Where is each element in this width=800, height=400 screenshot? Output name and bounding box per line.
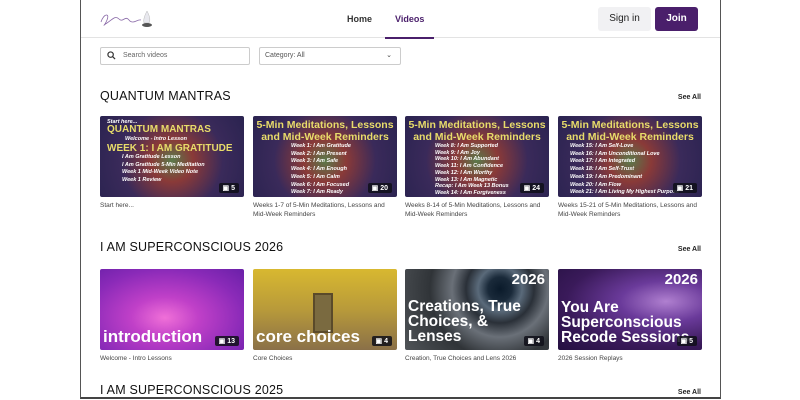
thumb-year: 2026 bbox=[664, 271, 698, 288]
video-count-badge: ▣ 5 bbox=[218, 183, 239, 193]
thumb-text: Week 2: I Am Present bbox=[291, 150, 347, 157]
video-count: 4 bbox=[536, 338, 540, 345]
video-count: 5 bbox=[689, 338, 693, 345]
thumb-year: 2026 bbox=[511, 271, 545, 288]
video-count: 4 bbox=[384, 338, 388, 345]
thumb-text: Welcome - Intro Lesson bbox=[125, 136, 187, 142]
header: Home Videos Sign in Join bbox=[81, 0, 720, 39]
search-placeholder: Search videos bbox=[123, 52, 168, 59]
video-count: 21 bbox=[685, 185, 693, 192]
section-title: QUANTUM MANTRAS bbox=[100, 89, 231, 103]
see-all-link[interactable]: See All bbox=[678, 94, 701, 101]
thumb-title: Creations, True Choices, & Lenses bbox=[408, 298, 521, 345]
section-title: I AM SUPERCONSCIOUS 2025 bbox=[100, 383, 284, 397]
thumb-title: QUANTUM MANTRAS bbox=[107, 124, 211, 135]
lock-icon: ▣ bbox=[676, 185, 684, 192]
video-count: 20 bbox=[380, 185, 388, 192]
video-count-badge: ▣ 4 bbox=[523, 336, 544, 346]
thumbnail[interactable]: 2026 You Are Superconscious Recode Sessi… bbox=[558, 269, 702, 350]
sign-in-button[interactable]: Sign in bbox=[598, 7, 651, 31]
thumb-text: Week 8: I Am Supported bbox=[435, 143, 498, 149]
video-count-badge: ▣ 13 bbox=[214, 336, 239, 346]
thumb-text: I Am Gratitude Lesson bbox=[122, 154, 181, 160]
thumb-title: WEEK 1: I AM GRATITUDE bbox=[107, 143, 233, 154]
lock-icon: ▣ bbox=[527, 338, 535, 345]
card-caption[interactable]: Weeks 1-7 of 5-Min Meditations, Lessons … bbox=[253, 201, 397, 219]
thumb-text: Week 1: I Am Gratitude bbox=[291, 143, 351, 149]
thumbnail[interactable]: 5-Min Meditations, Lessons and Mid-Week … bbox=[558, 116, 702, 197]
thumbnail[interactable]: 5-Min Meditations, Lessons and Mid-Week … bbox=[405, 116, 549, 197]
card-caption[interactable]: Core Choices bbox=[253, 354, 397, 363]
search-input[interactable]: Search videos bbox=[100, 47, 250, 65]
lock-icon: ▣ bbox=[371, 185, 379, 192]
category-select[interactable]: Category: All ⌄ bbox=[259, 47, 401, 65]
thumb-text: Week 11: I Am Confidence bbox=[435, 163, 504, 170]
see-all-link[interactable]: See All bbox=[678, 246, 701, 253]
video-count-badge: ▣ 24 bbox=[519, 183, 544, 193]
see-all-link[interactable]: See All bbox=[678, 389, 701, 396]
chevron-down-icon: ⌄ bbox=[386, 52, 392, 59]
video-count: 5 bbox=[231, 185, 235, 192]
lock-icon: ▣ bbox=[218, 338, 226, 345]
thumb-text: Week 15: I Am Self-Love bbox=[570, 143, 634, 149]
nav-videos[interactable]: Videos bbox=[384, 0, 435, 39]
thumb-text: I Am Gratitude 5-Min Meditation bbox=[122, 161, 205, 168]
thumb-title: 5-Min Meditations, Lessons and Mid-Week … bbox=[561, 119, 699, 143]
thumb-text: Week 5: I Am Calm bbox=[291, 173, 340, 180]
search-icon bbox=[107, 51, 116, 60]
thumb-text: Week 3: I Am Safe bbox=[291, 158, 339, 165]
video-card[interactable]: 2026 You Are Superconscious Recode Sessi… bbox=[558, 269, 702, 363]
category-value: Category: All bbox=[265, 52, 305, 59]
thumbnail[interactable]: core choices ▣ 4 bbox=[253, 269, 397, 350]
thumb-text: Week 16: I Am Unconditional Love bbox=[570, 150, 660, 157]
card-caption[interactable]: Weeks 15-21 of 5-Min Meditations, Lesson… bbox=[558, 201, 702, 219]
video-card[interactable]: introduction ▣ 13 Welcome - Intro Lesson… bbox=[100, 269, 244, 363]
thumb-title: core choices bbox=[256, 327, 360, 346]
thumb-title: 5-Min Meditations, Lessons and Mid-Week … bbox=[256, 119, 394, 143]
lock-icon: ▣ bbox=[375, 338, 383, 345]
thumb-text: Week 9: I Am Joy bbox=[435, 149, 480, 156]
thumbnail[interactable]: Start here... QUANTUM MANTRAS Welcome - … bbox=[100, 116, 244, 197]
thumb-text: Week 12: I Am Worthy bbox=[435, 169, 493, 176]
video-count-badge: ▣ 20 bbox=[367, 183, 392, 193]
video-card[interactable]: Start here... QUANTUM MANTRAS Welcome - … bbox=[100, 116, 244, 210]
video-count-badge: ▣ 5 bbox=[676, 336, 697, 346]
video-card[interactable]: 2026 Creations, True Choices, & Lenses ▣… bbox=[405, 269, 549, 363]
thumbnail[interactable]: introduction ▣ 13 bbox=[100, 269, 244, 350]
join-button[interactable]: Join bbox=[655, 7, 698, 31]
thumb-text: Week 18: I Am Self-Trust bbox=[570, 166, 635, 173]
video-card[interactable]: 5-Min Meditations, Lessons and Mid-Week … bbox=[253, 116, 397, 219]
video-count-badge: ▣ 21 bbox=[672, 183, 697, 193]
thumbnail[interactable]: 5-Min Meditations, Lessons and Mid-Week … bbox=[253, 116, 397, 197]
thumb-title: introduction bbox=[103, 327, 203, 346]
video-card[interactable]: 5-Min Meditations, Lessons and Mid-Week … bbox=[558, 116, 702, 219]
section-title: I AM SUPERCONSCIOUS 2026 bbox=[100, 240, 284, 254]
thumb-text: Week 10: I Am Abundant bbox=[435, 156, 499, 163]
card-caption[interactable]: 2026 Session Replays bbox=[558, 354, 702, 363]
video-card[interactable]: 5-Min Meditations, Lessons and Mid-Week … bbox=[405, 116, 549, 219]
lock-icon: ▣ bbox=[523, 185, 531, 192]
card-caption[interactable]: Start here... bbox=[100, 201, 244, 210]
nav-home[interactable]: Home bbox=[347, 0, 372, 38]
lock-icon: ▣ bbox=[680, 338, 688, 345]
card-caption[interactable]: Creation, True Choices and Lens 2026 bbox=[405, 354, 549, 363]
thumb-text: Week 17: I Am Integrated bbox=[570, 158, 636, 165]
thumb-title: 5-Min Meditations, Lessons and Mid-Week … bbox=[408, 119, 546, 143]
video-count-badge: ▣ 4 bbox=[371, 336, 392, 346]
lock-icon: ▣ bbox=[222, 185, 230, 192]
video-count: 13 bbox=[227, 338, 235, 345]
thumbnail[interactable]: 2026 Creations, True Choices, & Lenses ▣… bbox=[405, 269, 549, 350]
thumb-text: Week 19: I Am Predominant bbox=[570, 173, 643, 180]
thumb-text: Week 4: I Am Enough bbox=[291, 166, 347, 173]
thumb-text: Week 1 Mid-Week Video Note bbox=[122, 169, 199, 175]
page: Home Videos Sign in Join Search videos C… bbox=[80, 0, 721, 399]
video-count: 24 bbox=[532, 185, 540, 192]
logo[interactable] bbox=[97, 8, 161, 30]
card-caption[interactable]: Weeks 8-14 of 5-Min Meditations, Lessons… bbox=[405, 201, 549, 219]
card-caption[interactable]: Welcome - Intro Lessons bbox=[100, 354, 244, 363]
video-card[interactable]: core choices ▣ 4 Core Choices bbox=[253, 269, 397, 363]
